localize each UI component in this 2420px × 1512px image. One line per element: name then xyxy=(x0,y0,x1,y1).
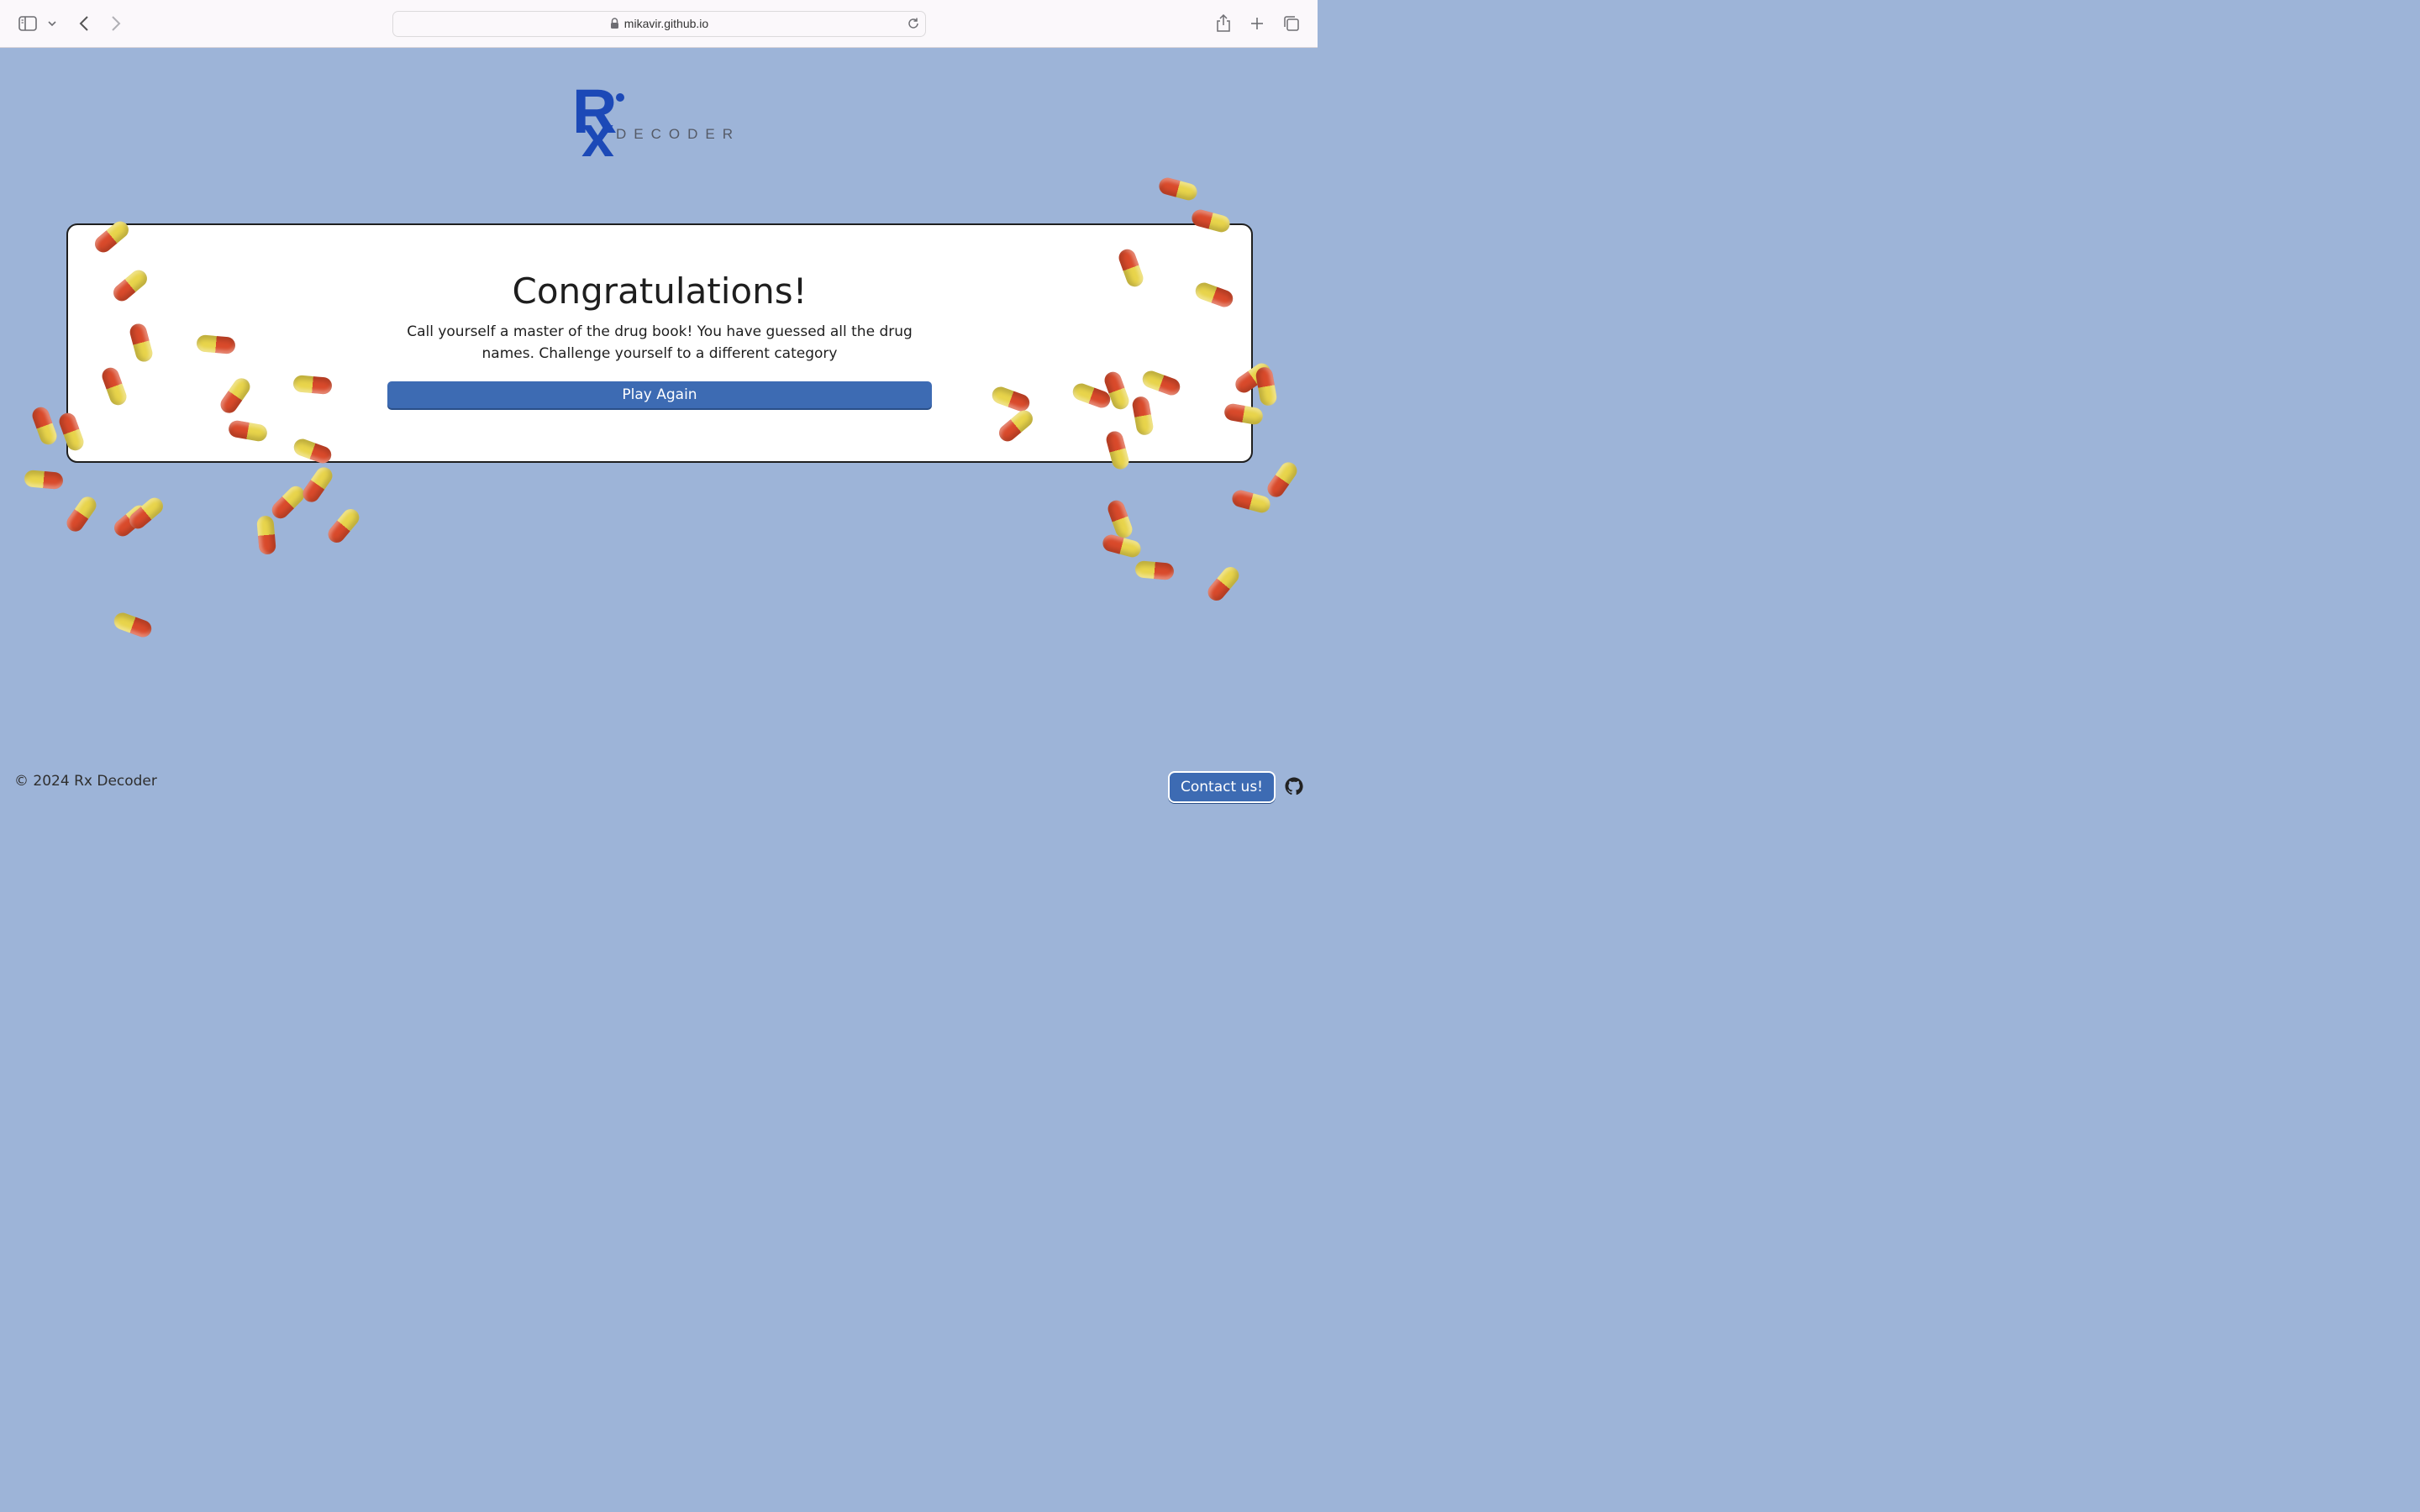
tab-overview-icon[interactable] xyxy=(1280,12,1303,35)
forward-icon[interactable] xyxy=(104,12,128,35)
logo-dot xyxy=(616,93,624,102)
pill-icon xyxy=(299,464,336,506)
pill-icon xyxy=(196,334,236,354)
new-tab-icon[interactable] xyxy=(1245,12,1269,35)
chevron-down-icon[interactable] xyxy=(42,12,62,35)
pill-icon xyxy=(1230,488,1272,515)
pill-icon xyxy=(24,470,64,490)
pill-icon xyxy=(1255,365,1278,407)
logo-x: x xyxy=(581,103,614,169)
pill-icon xyxy=(125,494,167,533)
pill-icon xyxy=(63,493,100,535)
pill-icon xyxy=(1204,563,1243,605)
pill-icon xyxy=(1264,459,1301,501)
sidebar-icon[interactable] xyxy=(16,12,39,35)
reload-icon[interactable] xyxy=(907,17,920,34)
pill-icon xyxy=(1101,533,1143,559)
card-title: Congratulations! xyxy=(512,270,808,312)
lock-icon xyxy=(610,18,619,31)
pill-icon xyxy=(1157,176,1199,202)
pill-icon xyxy=(324,505,363,547)
address-bar[interactable]: mikavir.github.io xyxy=(392,11,926,37)
pill-icon xyxy=(1134,560,1175,580)
share-icon[interactable] xyxy=(1212,12,1235,35)
contact-us-button[interactable]: Contact us! xyxy=(1168,771,1276,803)
github-icon[interactable] xyxy=(1284,776,1304,796)
play-again-button[interactable]: Play Again xyxy=(387,381,932,408)
card-message: Call yourself a master of the drug book!… xyxy=(407,323,913,362)
pill-icon xyxy=(292,375,333,395)
pill-icon xyxy=(29,404,60,448)
pill-icon xyxy=(256,515,276,555)
pill-icon xyxy=(268,482,308,522)
pill-icon xyxy=(111,610,155,640)
back-icon[interactable] xyxy=(72,12,96,35)
url-text: mikavir.github.io xyxy=(623,17,709,30)
logo-decoder-text: DECODER xyxy=(616,126,741,142)
browser-toolbar: mikavir.github.io xyxy=(0,0,1318,48)
copyright-text: © 2024 Rx Decoder xyxy=(14,773,157,790)
rx-decoder-logo[interactable]: R x DECODER xyxy=(572,76,749,169)
